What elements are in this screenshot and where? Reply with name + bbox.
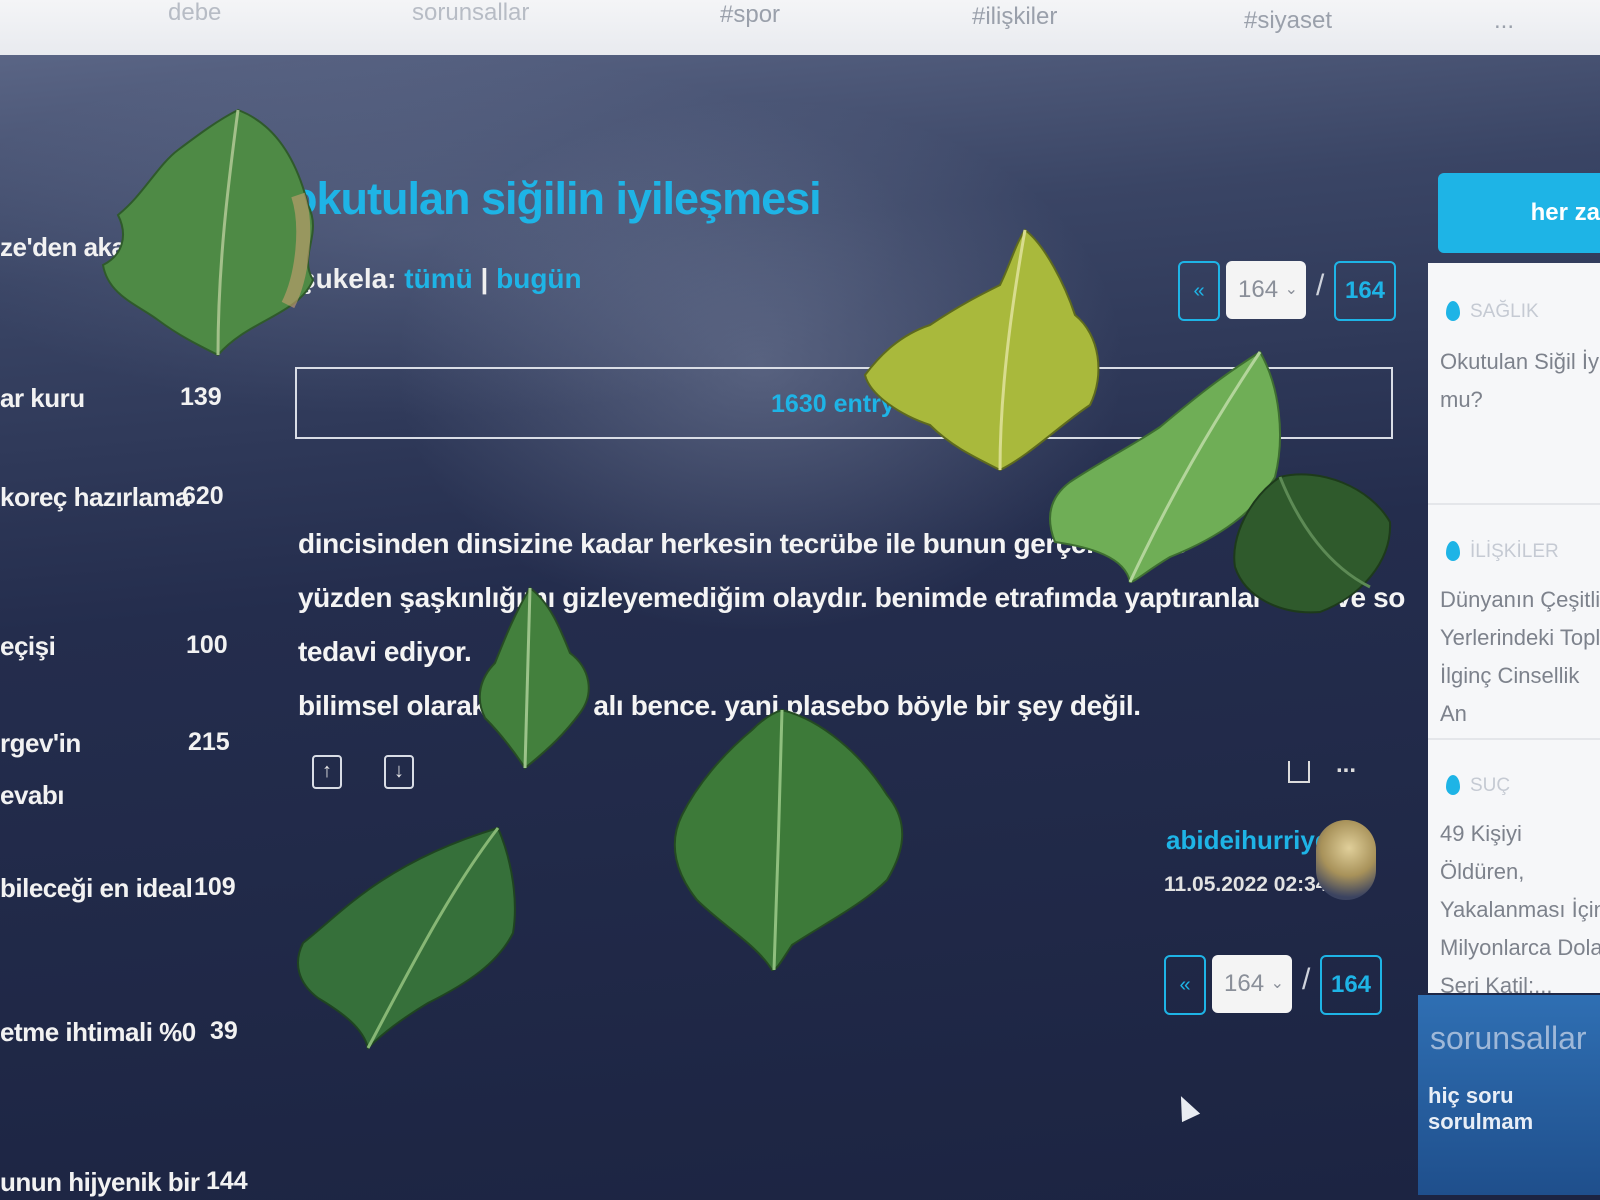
list-item[interactable]: evabı	[0, 780, 65, 811]
more-options-icon[interactable]: ...	[1336, 751, 1356, 779]
chevron-down-icon: ⌄	[1284, 281, 1298, 298]
sidebar-bottom-title[interactable]: sorunsallar	[1430, 1020, 1587, 1057]
sidebar-header-tab[interactable]: her za	[1438, 173, 1600, 253]
list-item[interactable]: eçişi	[0, 631, 56, 662]
sidebar-bottom-panel: sorunsallar hiç soru sorulmam	[1418, 995, 1600, 1195]
sidebar-category[interactable]: SUÇ	[1470, 775, 1510, 797]
filter-all-link[interactable]: tümü	[404, 263, 472, 294]
nav-item-spor[interactable]: #spor	[720, 2, 780, 28]
arrow-down-icon: ↓	[394, 760, 404, 782]
pager-top: « 164 ⌄ / 164	[1178, 261, 1398, 321]
sidebar-item-line: Okutulan Siğil İy	[1440, 349, 1599, 374]
list-item-count: 620	[182, 482, 224, 510]
monitor-screen: ze'den akan ar kuru 139 koreç hazırlama …	[0, 55, 1600, 1200]
page-select-value: 164	[1238, 276, 1279, 303]
sidebar-bottom-subtitle[interactable]: hiç soru sorulmam	[1428, 1083, 1600, 1135]
last-page-button[interactable]: 164	[1334, 261, 1396, 321]
filter-today-link[interactable]: bugün	[496, 263, 582, 294]
filter-separator: |	[480, 263, 489, 294]
list-item-count: 109	[194, 873, 236, 901]
sidebar-item-line: İlginç Cinsellik An	[1440, 663, 1580, 726]
page-select[interactable]: 164 ⌄	[1226, 261, 1306, 319]
entry-author[interactable]: abideihurriyet	[1166, 825, 1338, 856]
pager-separator: /	[1316, 269, 1325, 302]
sidebar-item-line: Yerlerindeki Topl	[1440, 625, 1600, 650]
sidebar-item-line: Yakalanması İçin	[1440, 897, 1600, 922]
sidebar-category[interactable]: SAĞLIK	[1470, 301, 1539, 323]
sidebar-item-line: Dünyanın Çeşitli	[1440, 587, 1600, 612]
sidebar-item[interactable]: 49 Kişiyi Öldüren, Yakalanması İçin Mily…	[1440, 815, 1600, 1005]
topic-title[interactable]: okutulan siğilin iyileşmesi	[290, 173, 822, 225]
leaf-image	[478, 586, 590, 770]
upvote-button[interactable]: ↑	[312, 755, 342, 789]
prev-page-button[interactable]: «	[1178, 261, 1220, 321]
list-item[interactable]: rgev'in	[0, 728, 81, 759]
list-item-count: 144	[206, 1167, 248, 1195]
chevron-down-icon: ⌄	[1270, 975, 1284, 992]
nav-item-debe[interactable]: debe	[168, 0, 221, 26]
leaf-image	[297, 826, 516, 1050]
divider	[1428, 738, 1600, 740]
top-navigation: debe sorunsallar #spor #ilişkiler #siyas…	[0, 0, 1600, 62]
downvote-button[interactable]: ↓	[384, 755, 414, 789]
entry-date[interactable]: 11.05.2022 02:34	[1164, 873, 1328, 897]
nav-item-siyaset[interactable]: #siyaset	[1244, 8, 1332, 34]
page-select-value: 164	[1224, 970, 1265, 997]
pager-separator: /	[1302, 963, 1311, 996]
sidebar-item[interactable]: Okutulan Siğil İy mu?	[1440, 343, 1600, 419]
sidebar-category[interactable]: İLİŞKİLER	[1470, 541, 1559, 563]
arrow-up-icon: ↑	[322, 760, 332, 782]
list-item[interactable]: bileceği en ideal	[0, 873, 193, 904]
prev-page-button[interactable]: «	[1164, 955, 1206, 1015]
nav-item-iliskiler[interactable]: #ilişkiler	[972, 4, 1057, 30]
sidebar-panel: SAĞLIK Okutulan Siğil İy mu? İLİŞKİLER D…	[1428, 263, 1600, 998]
sidebar-item[interactable]: Dünyanın Çeşitli Yerlerindeki Topl İlgin…	[1440, 581, 1600, 733]
avatar[interactable]	[1316, 820, 1376, 900]
sidebar-item-line: 49 Kişiyi Öldüren,	[1440, 821, 1525, 884]
list-item[interactable]: etme ihtimali %0	[0, 1017, 196, 1048]
leaf-image	[1233, 473, 1392, 614]
mouse-cursor-icon	[1171, 1091, 1201, 1123]
share-icon[interactable]	[1288, 761, 1310, 783]
sidebar-item-line: Milyonlarca Dolar	[1440, 935, 1600, 960]
sidebar-item-line: mu?	[1440, 387, 1483, 412]
list-item[interactable]: ar kuru	[0, 383, 85, 414]
nav-item-sorunsallar[interactable]: sorunsallar	[412, 0, 529, 26]
list-item-count: 39	[210, 1017, 238, 1045]
last-page-button[interactable]: 164	[1320, 955, 1382, 1015]
list-item[interactable]: unun hijyenik bir	[0, 1167, 200, 1198]
leaf-image	[673, 708, 904, 972]
leaf-image	[101, 108, 315, 357]
list-item-count: 215	[188, 728, 230, 756]
list-item-count: 139	[180, 383, 222, 411]
divider	[1428, 503, 1600, 505]
list-item[interactable]: koreç hazırlama	[0, 482, 190, 513]
drop-icon	[1446, 775, 1460, 795]
sort-filters: şukela: tümü | bugün	[300, 263, 582, 295]
drop-icon	[1446, 301, 1460, 321]
list-item-count: 100	[186, 631, 228, 659]
page-select[interactable]: 164 ⌄	[1212, 955, 1292, 1013]
entry-line: tedavi ediyor.	[298, 636, 472, 667]
drop-icon	[1446, 541, 1460, 561]
right-sidebar: her za SAĞLIK Okutulan Siğil İy mu? İLİŞ…	[1418, 115, 1600, 1195]
pager-bottom: « 164 ⌄ / 164	[1164, 955, 1384, 1015]
nav-more-icon[interactable]: ...	[1494, 8, 1514, 34]
